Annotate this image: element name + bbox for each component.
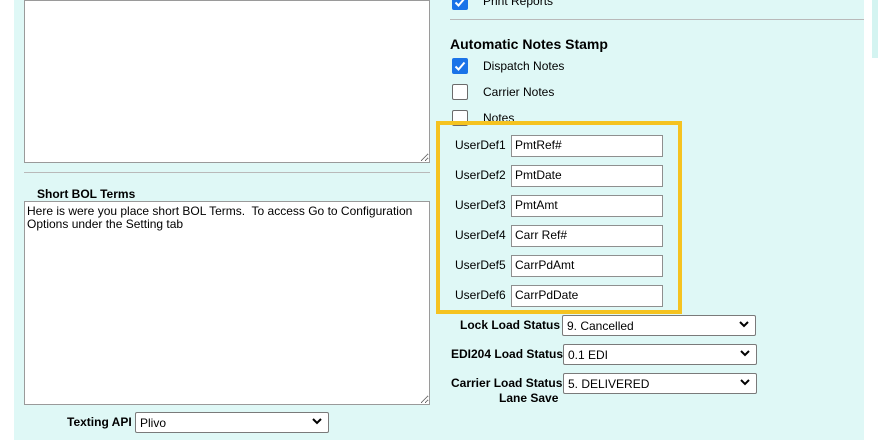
carrier-load-status-select[interactable]: 5. DELIVERED — [563, 373, 757, 394]
checkmark-icon — [454, 0, 465, 7]
print-reports-label: Print Reports — [483, 0, 554, 8]
texting-api-select[interactable]: Plivo — [135, 412, 329, 433]
lock-load-status-select[interactable]: 9. Cancelled — [562, 315, 756, 336]
lane-save-label: Lane Save — [499, 391, 559, 405]
short-bol-terms-textarea[interactable]: Here is were you place short BOL Terms. … — [24, 201, 430, 405]
texting-api-label: Texting API — [67, 415, 132, 429]
chevron-down-icon — [740, 350, 750, 357]
dispatch-notes-checkbox[interactable] — [452, 58, 468, 74]
dispatch-notes-label: Dispatch Notes — [483, 59, 565, 73]
chevron-down-icon — [312, 418, 322, 425]
short-bol-terms-label: Short BOL Terms — [37, 187, 136, 201]
print-reports-checkbox[interactable] — [452, 0, 468, 10]
page-edge — [864, 0, 878, 440]
top-textarea[interactable] — [24, 0, 430, 163]
checkmark-icon — [454, 61, 466, 71]
carrier-load-status-value: 5. DELIVERED — [568, 377, 650, 391]
divider — [450, 19, 864, 20]
notes-stamp-title: Automatic Notes Stamp — [450, 36, 608, 52]
carrier-load-status-label: Carrier Load Status — [451, 376, 563, 390]
texting-api-value: Plivo — [140, 416, 167, 430]
carrier-notes-checkbox[interactable] — [452, 84, 468, 100]
lock-load-status-value: 9. Cancelled — [567, 319, 634, 333]
lock-load-status-label: Lock Load Status — [460, 318, 561, 332]
chevron-down-icon — [739, 321, 749, 328]
highlight-box — [436, 121, 682, 314]
edi204-load-status-label: EDI204 Load Status — [451, 347, 564, 361]
chevron-down-icon — [740, 379, 750, 386]
edi204-load-status-select[interactable]: 0.1 EDI — [563, 344, 757, 365]
adjacent-panel-edge — [872, 0, 878, 58]
edi204-load-status-value: 0.1 EDI — [568, 348, 609, 362]
divider — [24, 172, 430, 173]
carrier-notes-label: Carrier Notes — [483, 85, 555, 99]
